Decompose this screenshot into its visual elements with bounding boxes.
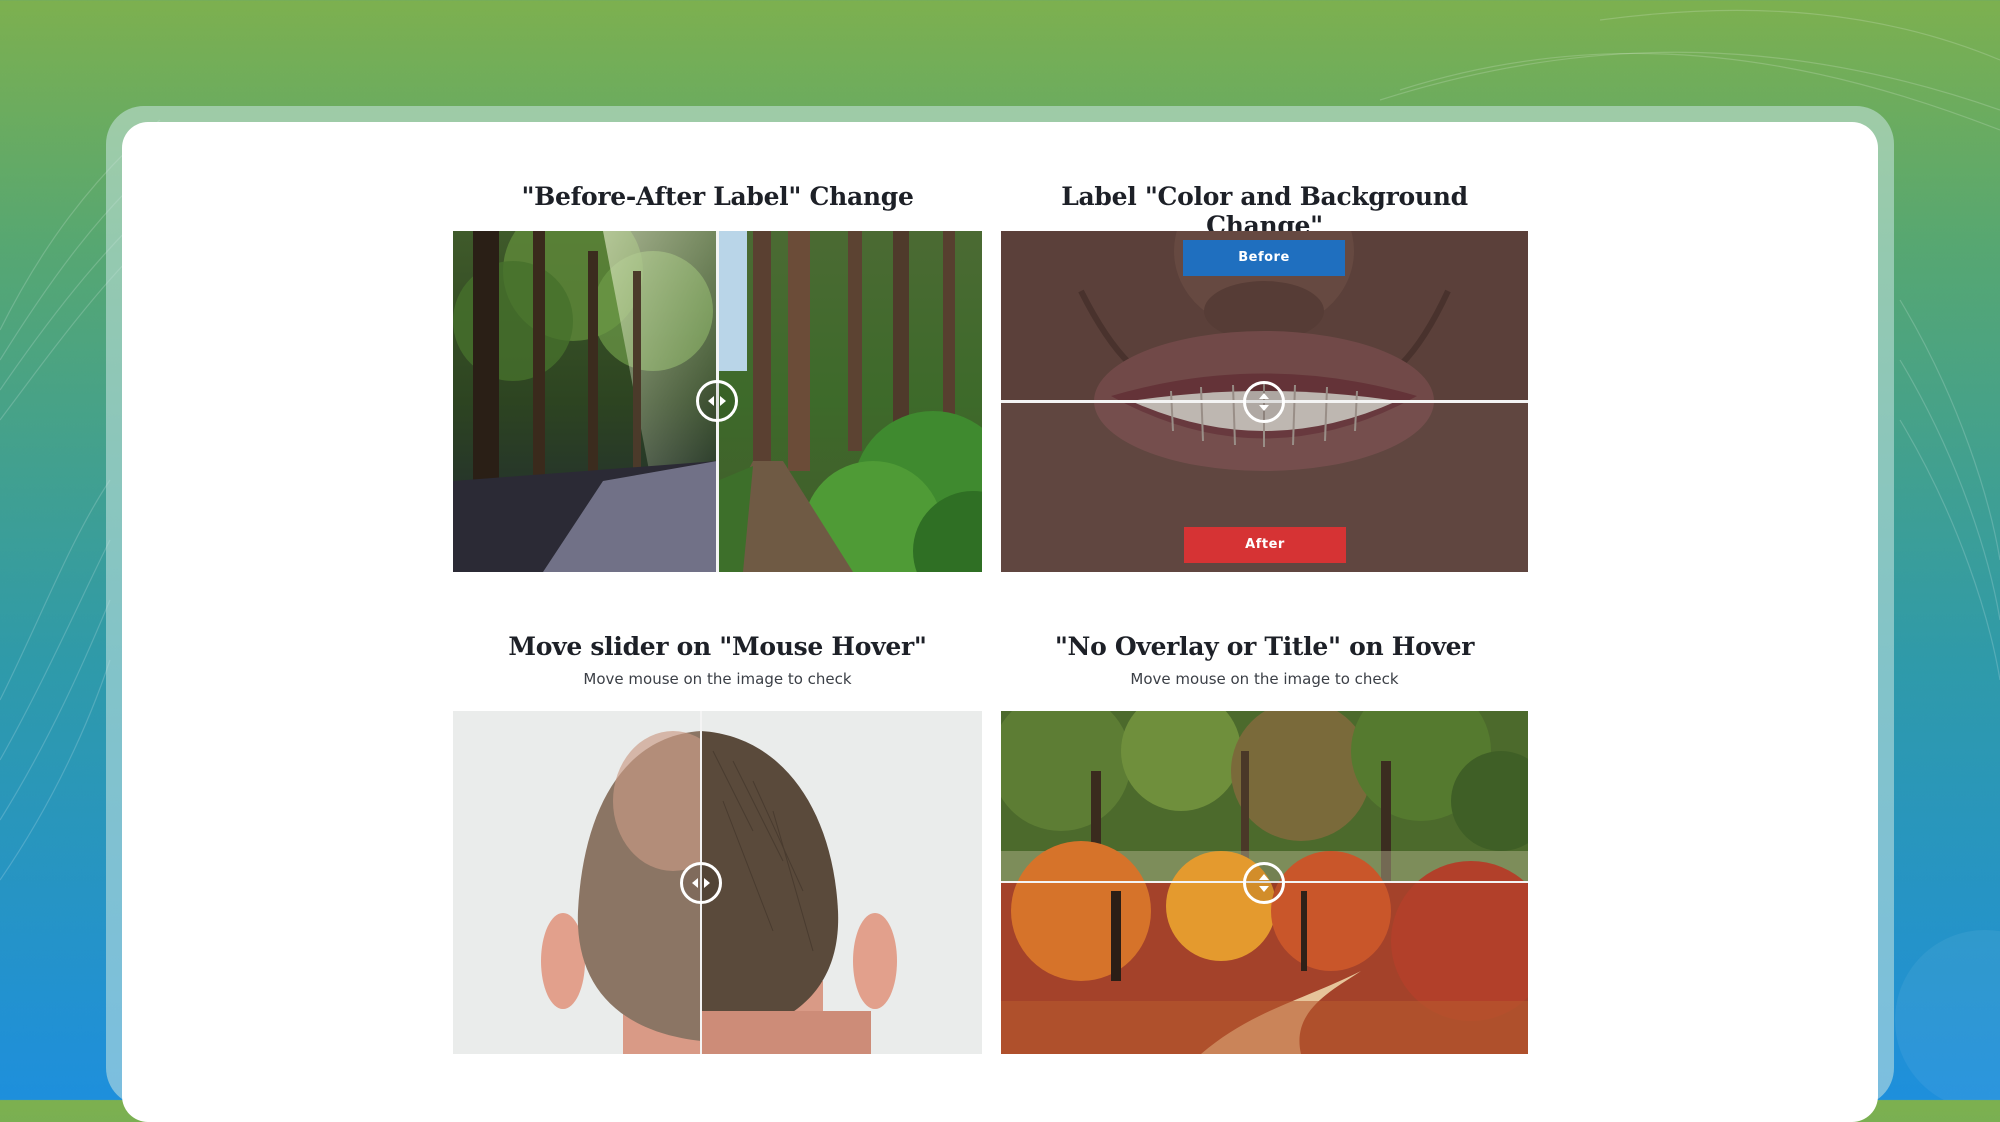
arrows-left-right-icon [692, 878, 710, 888]
demo-no-overlay: "No Overlay or Title" on Hover Move mous… [1001, 626, 1528, 1066]
arrows-up-down-icon [1259, 393, 1269, 411]
demo-mouse-hover: Move slider on "Mouse Hover" Move mouse … [453, 626, 982, 1066]
before-label: Before [1183, 240, 1345, 276]
demo-title: "Before-After Label" Change [521, 182, 914, 211]
comparison-viewer[interactable] [1001, 711, 1528, 1054]
comparison-viewer[interactable] [453, 231, 982, 572]
demo-label-color-change: Label "Color and Background Change" Befo… [1001, 176, 1528, 576]
comparison-viewer[interactable]: Before After [1001, 231, 1528, 572]
demo-subtitle: Move mouse on the image to check [583, 670, 852, 688]
after-label: After [1184, 527, 1346, 563]
slider-handle[interactable] [696, 380, 738, 422]
arrows-up-down-icon [1259, 874, 1269, 892]
slider-handle[interactable] [680, 862, 722, 904]
demo-title: Move slider on "Mouse Hover" [508, 632, 927, 661]
demo-before-after-label: "Before-After Label" Change [453, 176, 982, 576]
slider-handle[interactable] [1243, 381, 1285, 423]
demo-subtitle: Move mouse on the image to check [1130, 670, 1399, 688]
content-card [122, 122, 1878, 1122]
demo-title: "No Overlay or Title" on Hover [1054, 632, 1475, 661]
comparison-viewer[interactable] [453, 711, 982, 1054]
slider-handle[interactable] [1243, 862, 1285, 904]
arrows-left-right-icon [708, 396, 726, 406]
